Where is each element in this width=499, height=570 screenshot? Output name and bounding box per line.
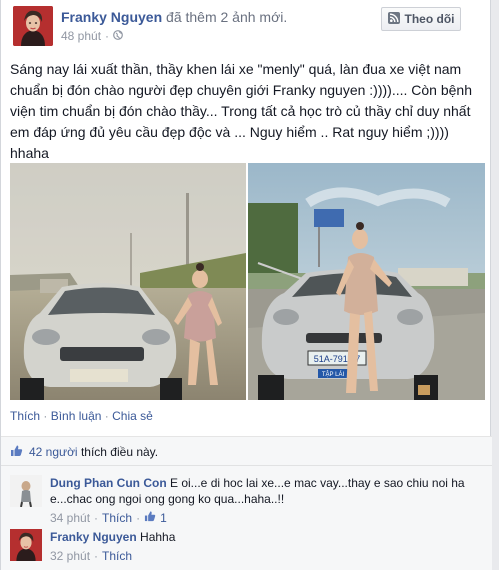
commenter-avatar[interactable]	[10, 529, 42, 561]
author-avatar[interactable]	[13, 6, 53, 46]
follow-button[interactable]: Theo dõi	[381, 7, 461, 31]
post-photo-2[interactable]: 51A-791.27 TẬP LÁI	[248, 163, 485, 400]
post-actions: Thích · Bình luận · Chia sẻ	[10, 409, 153, 423]
thumbs-up-icon	[10, 444, 23, 460]
like-link[interactable]: Thích	[10, 409, 40, 423]
comment-text: Hahha	[140, 530, 176, 544]
commenter-avatar[interactable]	[10, 475, 42, 507]
comment-like-count[interactable]: 1	[160, 510, 167, 526]
comment-timestamp[interactable]: 32 phút	[50, 548, 90, 564]
student-sign-text: TẬP LÁI	[322, 371, 345, 378]
comment-author[interactable]: Franky Nguyen	[50, 530, 137, 544]
globe-icon[interactable]	[113, 29, 123, 43]
post-photo-1[interactable]	[10, 163, 246, 400]
author-name[interactable]: Franky Nguyen	[61, 9, 162, 25]
comment-like-link[interactable]: Thích	[102, 548, 132, 564]
likers-link[interactable]: 42 người	[29, 445, 78, 459]
thumbs-up-icon[interactable]	[144, 510, 156, 526]
comments-section: Dung Phan Cun Con E oi...e di hoc lai xe…	[1, 465, 492, 570]
post-caption: Sáng nay lái xuất thần, thầy khen lái xe…	[10, 61, 472, 161]
rss-icon	[387, 11, 400, 27]
post-timestamp[interactable]: 48 phút	[61, 29, 101, 43]
likes-text: thích điều này.	[80, 445, 159, 459]
post-header: Franky Nguyen đã thêm 2 ảnh mới.	[61, 9, 287, 26]
comment-timestamp[interactable]: 34 phút	[50, 510, 90, 526]
follow-label: Theo dõi	[404, 12, 455, 26]
post-meta: 48 phút ·	[61, 29, 123, 43]
post-action-text: đã thêm 2 ảnh mới.	[166, 9, 288, 25]
share-link[interactable]: Chia sẻ	[112, 409, 153, 423]
post-card: Franky Nguyen đã thêm 2 ảnh mới. 48 phút…	[0, 0, 492, 570]
comment-like-link[interactable]: Thích	[102, 510, 132, 526]
comment-author[interactable]: Dung Phan Cun Con	[50, 476, 167, 490]
comment-link[interactable]: Bình luận	[51, 409, 102, 423]
likes-summary: 42 người thích điều này.	[1, 436, 492, 465]
